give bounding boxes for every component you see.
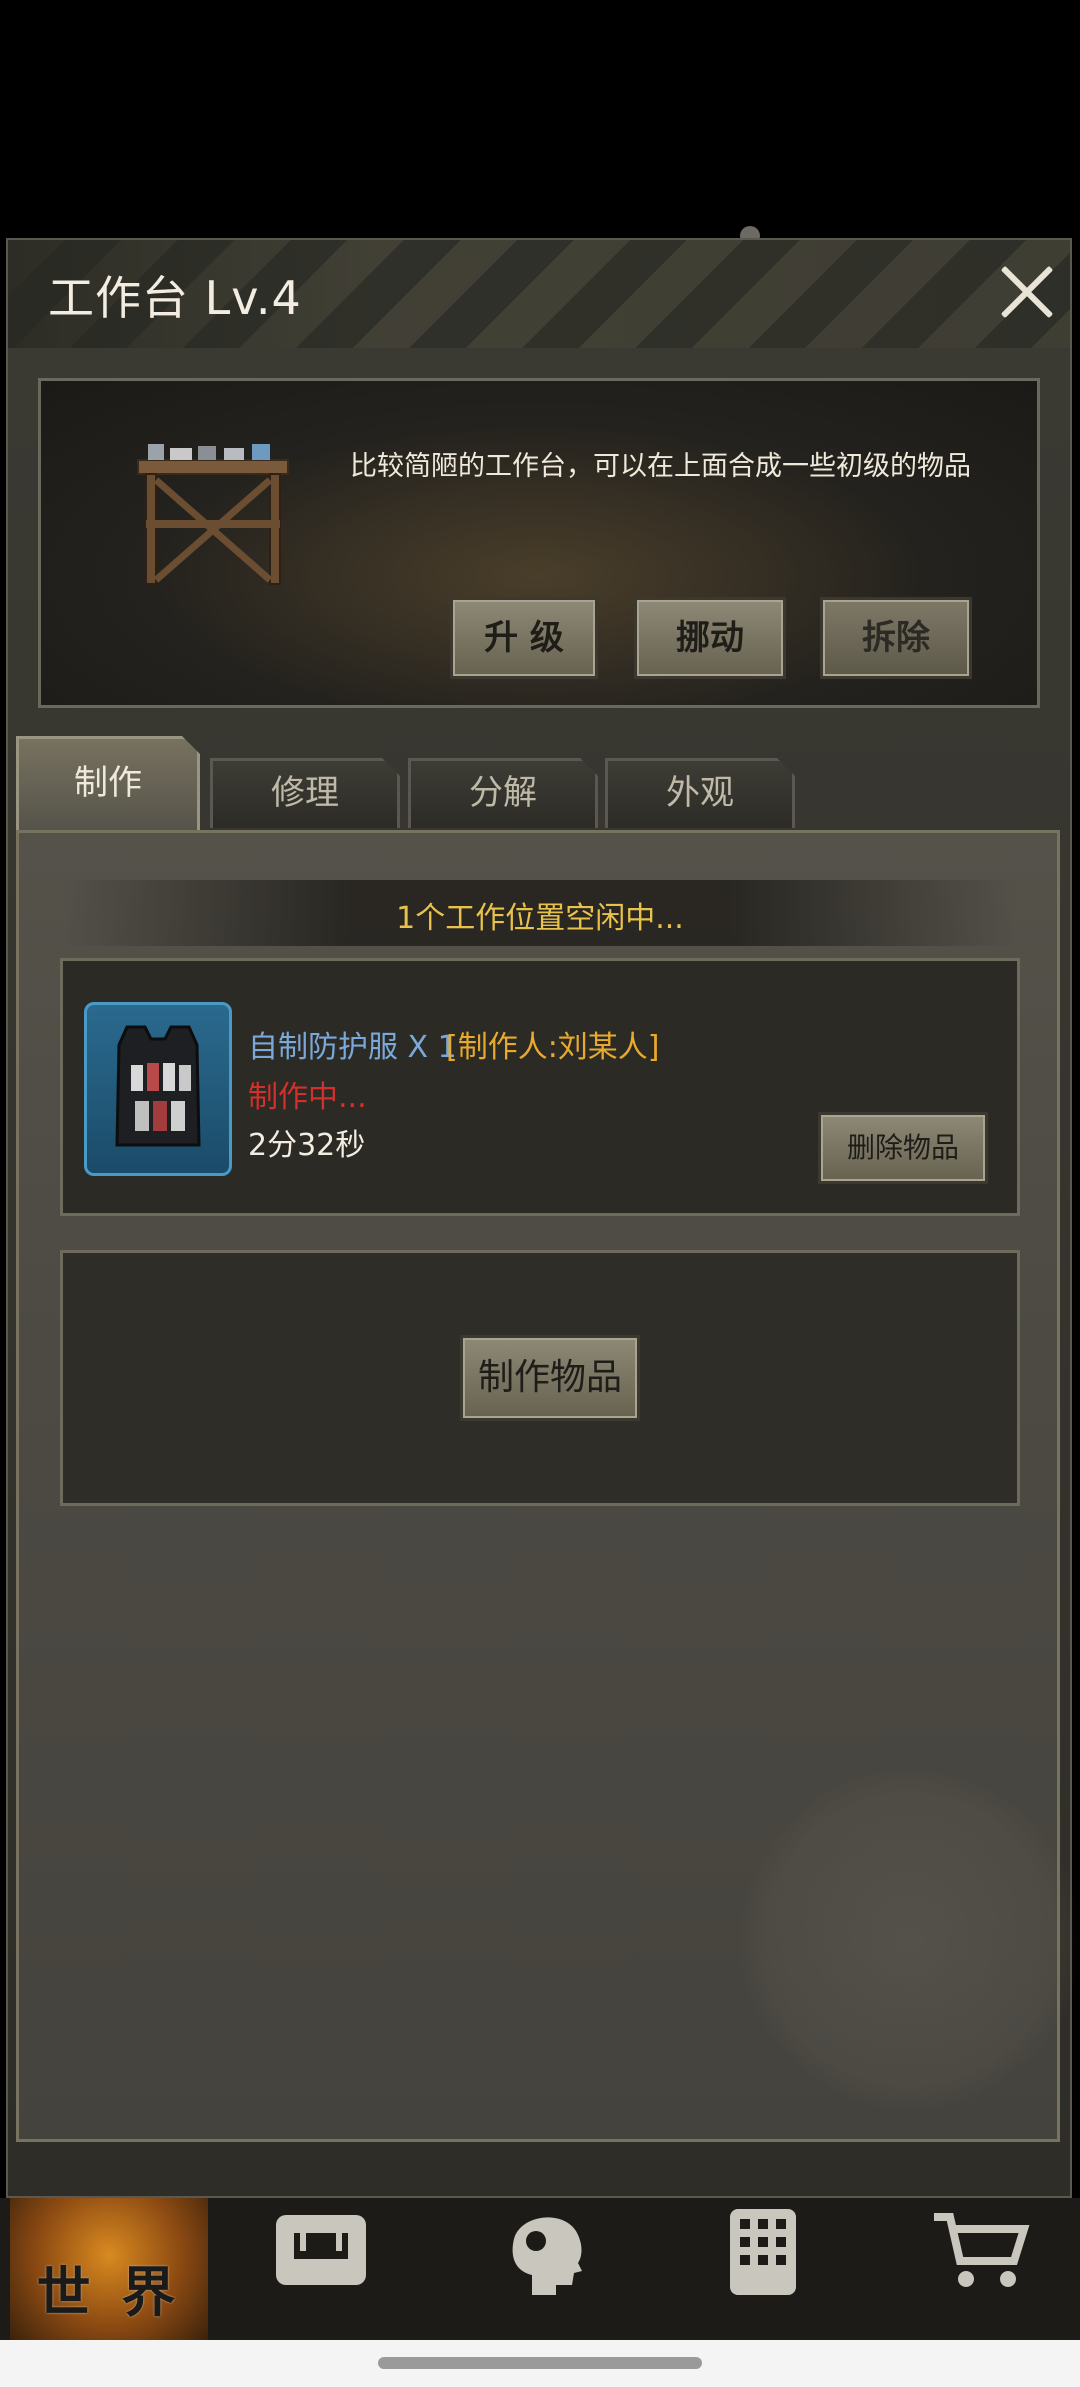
character-head-icon[interactable] xyxy=(492,2205,602,2295)
building-icon[interactable] xyxy=(708,2205,818,2295)
idle-slot-status: 1个工作位置空闲中... xyxy=(396,901,684,936)
move-button[interactable]: 挪动 xyxy=(634,597,786,679)
workbench-image xyxy=(137,444,289,585)
panel-title: 工作台 Lv.4 xyxy=(48,271,302,325)
vest-icon xyxy=(115,1025,201,1147)
crafting-status: 制作中... xyxy=(248,1080,367,1115)
tab-repair[interactable]: 修理 xyxy=(210,758,400,828)
top-background xyxy=(0,0,1080,235)
crafting-time-left: 2分32秒 xyxy=(248,1128,366,1163)
dismantle-button[interactable]: 拆除 xyxy=(820,597,972,679)
item-crafter: [制作人:刘某人] xyxy=(446,1030,660,1065)
shopping-cart-icon[interactable] xyxy=(924,2205,1034,2295)
craft-item-button[interactable]: 制作物品 xyxy=(460,1335,640,1421)
backpack-icon[interactable] xyxy=(266,2205,376,2295)
upgrade-button[interactable]: 升 级 xyxy=(450,597,598,679)
close-icon[interactable] xyxy=(996,262,1058,324)
tab-craft[interactable]: 制作 xyxy=(16,736,200,830)
protective-suit-icon[interactable] xyxy=(84,1002,232,1176)
item-name: 自制防护服 X 1 xyxy=(248,1030,457,1065)
radiation-watermark-icon xyxy=(740,1770,1080,2110)
tab-decompose[interactable]: 分解 xyxy=(408,758,598,828)
tab-appearance[interactable]: 外观 xyxy=(605,758,795,828)
workbench-description: 比较简陋的工作台，可以在上面合成一些初级的物品 xyxy=(350,451,971,482)
delete-item-button[interactable]: 删除物品 xyxy=(818,1112,988,1184)
home-indicator[interactable] xyxy=(378,2357,702,2369)
nav-world-label: 世 界 xyxy=(36,2261,182,2324)
